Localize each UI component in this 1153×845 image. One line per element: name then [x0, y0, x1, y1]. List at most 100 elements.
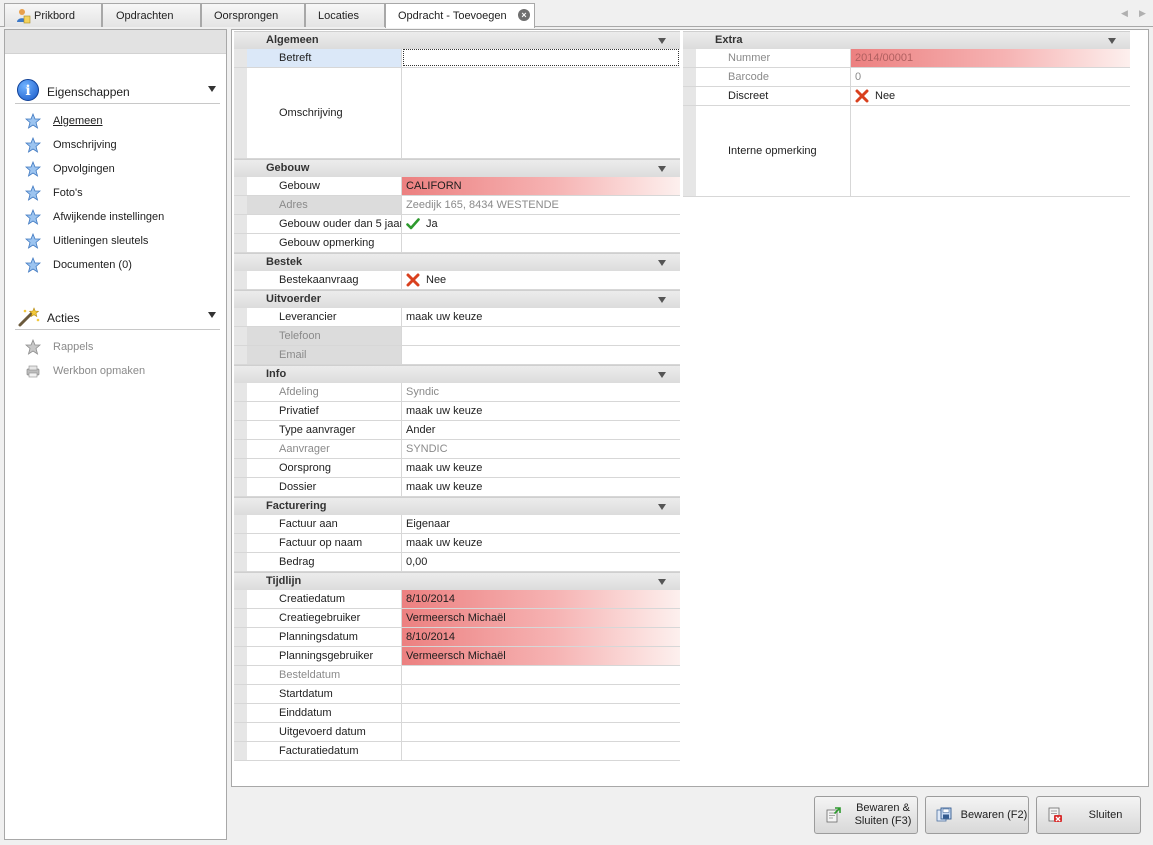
save-close-icon: [826, 807, 841, 823]
betreft-input[interactable]: [403, 49, 679, 66]
gebouw-ouder-toggle[interactable]: Ja: [402, 215, 680, 233]
field-label: Creatiegebruiker: [247, 609, 402, 627]
check-icon: [406, 218, 420, 230]
aanvrager-field: SYNDIC: [402, 440, 680, 458]
field-label: Betreft: [247, 49, 402, 67]
save-close-button[interactable]: Bewaren & Sluiten (F3): [814, 796, 918, 834]
group-header-acties[interactable]: Acties: [15, 304, 220, 330]
row-omschrijving: Omschrijving: [234, 68, 680, 159]
type-aanvrager-select[interactable]: Ander: [402, 421, 680, 439]
nav-label: Documenten (0): [53, 259, 132, 271]
discreet-toggle[interactable]: Nee: [851, 87, 1130, 105]
nav-item-afwijkende-instellingen[interactable]: Afwijkende instellingen: [25, 207, 164, 227]
row-telefoon: Telefoon: [234, 327, 680, 346]
dossier-select[interactable]: maak uw keuze: [402, 478, 680, 496]
chevron-down-icon[interactable]: [658, 372, 666, 378]
nav-item-algemeen[interactable]: Algemeen: [25, 111, 103, 131]
field-label: Interne opmerking: [696, 106, 851, 196]
tab-opdrachten[interactable]: Opdrachten: [102, 3, 201, 27]
nav-item-rappels[interactable]: Rappels: [25, 337, 93, 357]
email-field: [402, 346, 680, 364]
close-button[interactable]: Sluiten: [1036, 796, 1141, 834]
row-oorsprong: Oorsprong maak uw keuze: [234, 459, 680, 478]
row-planningsdatum: Planningsdatum 8/10/2014: [234, 628, 680, 647]
star-icon: [25, 161, 41, 177]
field-label: Oorsprong: [247, 459, 402, 477]
nav-item-uitleningen-sleutels[interactable]: Uitleningen sleutels: [25, 231, 148, 251]
group-header-eigenschappen[interactable]: i Eigenschappen: [15, 78, 220, 104]
section-algemeen[interactable]: Algemeen: [234, 31, 680, 49]
row-dossier: Dossier maak uw keuze: [234, 478, 680, 497]
nav-item-omschrijving[interactable]: Omschrijving: [25, 135, 117, 155]
omschrijving-textarea[interactable]: [402, 68, 680, 158]
tab-oorsprongen[interactable]: Oorsprongen: [201, 3, 305, 27]
row-bedrag: Bedrag 0,00: [234, 553, 680, 572]
creatiegebruiker-field[interactable]: Vermeersch Michaël: [402, 609, 680, 627]
section-bestek[interactable]: Bestek: [234, 253, 680, 271]
cross-icon: [406, 273, 420, 287]
property-grid-left: Algemeen Betreft Omschrijving Gebouw Geb…: [234, 31, 680, 761]
nav-label: Werkbon opmaken: [53, 365, 146, 377]
tab-label: Locaties: [318, 9, 359, 22]
facturatiedatum-field[interactable]: [402, 742, 680, 760]
save-button[interactable]: Bewaren (F2): [925, 796, 1029, 834]
gebouw-opmerking-field[interactable]: [402, 234, 680, 252]
chevron-down-icon[interactable]: [208, 86, 216, 92]
chevron-down-icon[interactable]: [658, 579, 666, 585]
section-facturering[interactable]: Facturering: [234, 497, 680, 515]
nav-item-werkbon-opmaken[interactable]: Werkbon opmaken: [25, 361, 145, 381]
star-icon: [25, 339, 41, 355]
scroll-left-icon[interactable]: ◀: [1121, 8, 1128, 19]
row-factuur-aan: Factuur aan Eigenaar: [234, 515, 680, 534]
tab-locaties[interactable]: Locaties: [305, 3, 385, 27]
row-discreet: Discreet Nee: [683, 87, 1130, 106]
planningsgebruiker-field[interactable]: Vermeersch Michaël: [402, 647, 680, 665]
planningsdatum-field[interactable]: 8/10/2014: [402, 628, 680, 646]
navigation-panel: i Eigenschappen Algemeen Omschrijving Op…: [4, 29, 227, 840]
chevron-down-icon[interactable]: [658, 504, 666, 510]
bedrag-input[interactable]: 0,00: [402, 553, 680, 571]
section-title: Info: [266, 368, 287, 380]
field-label: Gebouw opmerking: [247, 234, 402, 252]
section-tijdlijn[interactable]: Tijdlijn: [234, 572, 680, 590]
nav-item-fotos[interactable]: Foto's: [25, 183, 83, 203]
nav-item-opvolgingen[interactable]: Opvolgingen: [25, 159, 115, 179]
section-gebouw[interactable]: Gebouw: [234, 159, 680, 177]
privatief-select[interactable]: maak uw keuze: [402, 402, 680, 420]
factuur-op-naam-select[interactable]: maak uw keuze: [402, 534, 680, 552]
tab-prikbord[interactable]: Prikbord: [4, 3, 102, 27]
scroll-right-icon[interactable]: ▶: [1139, 8, 1146, 19]
oorsprong-select[interactable]: maak uw keuze: [402, 459, 680, 477]
row-startdatum: Startdatum: [234, 685, 680, 704]
uitgevoerd-datum-field[interactable]: [402, 723, 680, 741]
row-einddatum: Einddatum: [234, 704, 680, 723]
section-uitvoerder[interactable]: Uitvoerder: [234, 290, 680, 308]
chevron-down-icon[interactable]: [658, 260, 666, 266]
property-grid-right: Extra Nummer 2014/00001 Barcode 0 Discre…: [683, 31, 1130, 197]
nav-item-documenten[interactable]: Documenten (0): [25, 255, 132, 275]
gebouw-field[interactable]: CALIFORN: [402, 177, 680, 195]
nav-label: Afwijkende instellingen: [53, 211, 165, 223]
nav-label: Algemeen: [53, 115, 103, 127]
einddatum-field[interactable]: [402, 704, 680, 722]
nummer-field: 2014/00001: [851, 49, 1130, 67]
factuur-aan-select[interactable]: Eigenaar: [402, 515, 680, 533]
section-extra[interactable]: Extra: [683, 31, 1130, 49]
chevron-down-icon[interactable]: [658, 297, 666, 303]
bestekaanvraag-toggle[interactable]: Nee: [402, 271, 680, 289]
section-title: Uitvoerder: [266, 293, 322, 305]
leverancier-select[interactable]: maak uw keuze: [402, 308, 680, 326]
chevron-down-icon[interactable]: [658, 38, 666, 44]
interne-opmerking-textarea[interactable]: [851, 106, 1130, 196]
field-label: Startdatum: [247, 685, 402, 703]
creatiedatum-field[interactable]: 8/10/2014: [402, 590, 680, 608]
chevron-down-icon[interactable]: [658, 166, 666, 172]
section-info[interactable]: Info: [234, 365, 680, 383]
startdatum-field[interactable]: [402, 685, 680, 703]
close-icon[interactable]: ×: [518, 9, 530, 21]
row-email: Email: [234, 346, 680, 365]
chevron-down-icon[interactable]: [208, 312, 216, 318]
tab-opdracht-toevoegen[interactable]: Opdracht - Toevoegen ×: [385, 3, 535, 28]
chevron-down-icon[interactable]: [1108, 38, 1116, 44]
star-icon: [25, 137, 41, 153]
